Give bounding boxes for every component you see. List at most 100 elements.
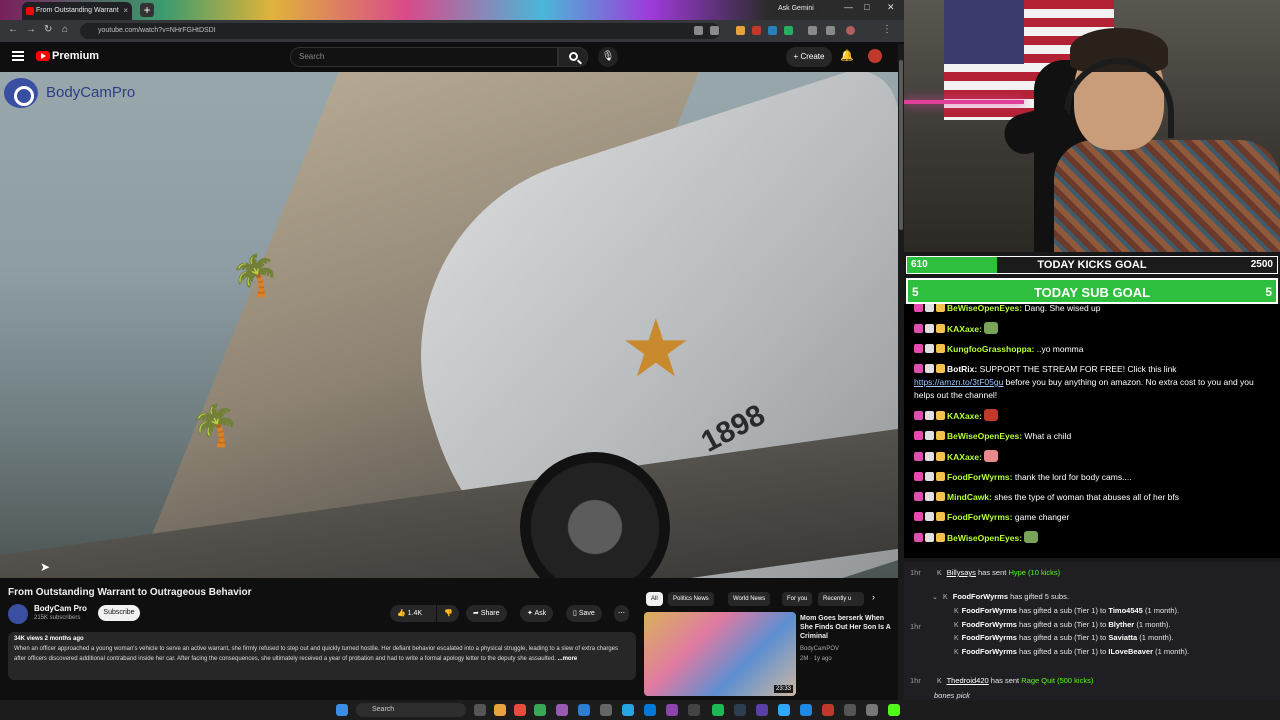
save-button[interactable]: ▯ Save: [566, 605, 602, 622]
gift-user[interactable]: FoodForWyrms: [962, 647, 1017, 656]
extension-icon[interactable]: [752, 26, 761, 35]
gift-recipient[interactable]: Blyther: [1108, 620, 1134, 629]
bookmark-star-icon[interactable]: [710, 26, 719, 35]
file-explorer-icon[interactable]: [494, 704, 506, 716]
search-input[interactable]: Search: [290, 47, 558, 67]
notifications-bell-icon[interactable]: 🔔: [840, 49, 854, 62]
chip-world-news[interactable]: World News: [728, 592, 771, 606]
recommended-channel[interactable]: BodyCamPOV: [800, 646, 839, 652]
account-avatar[interactable]: [868, 49, 882, 63]
app-icon[interactable]: [800, 704, 812, 716]
chat-username[interactable]: KungfooGrasshoppa:: [947, 344, 1034, 354]
event-user[interactable]: Thedroid420: [947, 676, 989, 685]
chat-username[interactable]: KAXaxe:: [947, 411, 982, 421]
youtube-brand[interactable]: Premium: [52, 50, 99, 62]
install-icon[interactable]: [694, 26, 703, 35]
app-icon[interactable]: [734, 704, 746, 716]
chrome-icon[interactable]: [514, 704, 526, 716]
browser-menu-icon[interactable]: ⋮: [882, 24, 892, 35]
ask-button[interactable]: ✦ Ask: [520, 605, 554, 622]
maximize-icon[interactable]: □: [864, 2, 869, 12]
app-icon[interactable]: [534, 704, 546, 716]
windows-start-icon[interactable]: [336, 704, 348, 716]
extension-icon[interactable]: [784, 26, 793, 35]
chat-username[interactable]: FoodForWyrms:: [947, 472, 1012, 482]
create-button[interactable]: + Create: [786, 47, 832, 67]
app-icon[interactable]: [666, 704, 678, 716]
app-icon[interactable]: [844, 704, 856, 716]
app-icon[interactable]: [688, 704, 700, 716]
app-icon[interactable]: [556, 704, 568, 716]
gift-recipient[interactable]: Saviatta: [1108, 633, 1137, 642]
chevron-right-icon[interactable]: ›: [872, 592, 875, 602]
event-user[interactable]: Billysays: [947, 568, 976, 577]
chat-username[interactable]: BeWiseOpenEyes:: [947, 304, 1022, 313]
hamburger-menu-icon[interactable]: [12, 51, 24, 61]
taskbar-search[interactable]: Search: [356, 703, 466, 717]
chip-politics-news[interactable]: Politics News: [668, 592, 714, 606]
chat-username[interactable]: BeWiseOpenEyes:: [947, 533, 1022, 543]
event-user[interactable]: FoodForWyrms: [953, 592, 1008, 601]
channel-avatar[interactable]: [8, 604, 28, 624]
youtube-logo-icon[interactable]: [36, 51, 50, 61]
chat-username[interactable]: KAXaxe:: [947, 324, 982, 334]
subscribe-button[interactable]: Subscribe: [98, 605, 140, 621]
gift-row: K FoodForWyrms has gifted a sub (Tier 1) …: [954, 647, 1189, 656]
search-button[interactable]: [558, 47, 588, 67]
url-field[interactable]: youtube.com/watch?v=NHrFGHtDSDI: [80, 23, 720, 39]
recommended-thumbnail[interactable]: 23:33: [644, 612, 796, 696]
kick-app-icon[interactable]: [888, 704, 900, 716]
app-icon[interactable]: [866, 704, 878, 716]
scrollbar-thumb[interactable]: [899, 60, 903, 230]
app-icon[interactable]: [578, 704, 590, 716]
dislike-button[interactable]: 👎: [437, 605, 459, 622]
chip-recently-uploaded[interactable]: Recently u: [818, 592, 864, 606]
gift-user[interactable]: FoodForWyrms: [962, 606, 1017, 615]
gift-recipient[interactable]: ILoveBeaver: [1108, 647, 1153, 656]
tab-close-icon[interactable]: ×: [123, 2, 128, 20]
chat-link[interactable]: https://amzn.to/3tF05gu: [914, 377, 1003, 387]
share-button[interactable]: ➦ Share: [466, 605, 507, 622]
more-actions-button[interactable]: ⋯: [614, 605, 629, 622]
reload-icon[interactable]: ↻: [44, 24, 52, 35]
channel-watermark: BodyCamPro: [46, 84, 136, 101]
profile-avatar[interactable]: [846, 26, 855, 35]
forward-icon[interactable]: →: [26, 24, 36, 35]
gift-user[interactable]: FoodForWyrms: [962, 633, 1017, 642]
recommended-title[interactable]: Mom Goes berserk When She Finds Out Her …: [800, 614, 896, 641]
like-button[interactable]: 👍 1.4K: [390, 605, 436, 622]
edge-icon[interactable]: [644, 704, 656, 716]
gift-user[interactable]: FoodForWyrms: [962, 620, 1017, 629]
extension-icon[interactable]: [736, 26, 745, 35]
extension-icon[interactable]: [768, 26, 777, 35]
photoshop-icon[interactable]: [778, 704, 790, 716]
close-window-icon[interactable]: ✕: [887, 2, 895, 13]
video-player[interactable]: 🌴 🌴 ★ 1898: [0, 72, 898, 578]
chat-username[interactable]: BotRix:: [947, 364, 977, 374]
chat-username[interactable]: BeWiseOpenEyes:: [947, 431, 1022, 441]
minimize-icon[interactable]: —: [844, 2, 853, 12]
chip-for-you[interactable]: For you: [782, 592, 813, 606]
chat-username[interactable]: MindCawk:: [947, 492, 992, 502]
active-tab[interactable]: From Outstanding Warrant ×: [22, 2, 132, 20]
premiere-icon[interactable]: [756, 704, 768, 716]
task-view-icon[interactable]: [474, 704, 486, 716]
chat-username[interactable]: KAXaxe:: [947, 452, 982, 462]
show-more-link[interactable]: ...more: [558, 656, 578, 662]
spotify-icon[interactable]: [712, 704, 724, 716]
chat-username[interactable]: FoodForWyrms:: [947, 512, 1012, 522]
back-icon[interactable]: ←: [8, 24, 18, 35]
channel-name[interactable]: BodyCam Pro: [34, 604, 87, 613]
app-icon[interactable]: [600, 704, 612, 716]
gift-recipient[interactable]: Timo4545: [1108, 606, 1142, 615]
new-tab-button[interactable]: +: [140, 3, 154, 17]
ask-gemini-button[interactable]: Ask Gemini: [772, 3, 820, 14]
telegram-icon[interactable]: [622, 704, 634, 716]
extensions-puzzle-icon[interactable]: [808, 26, 817, 35]
app-icon[interactable]: [822, 704, 834, 716]
sidebar-icon[interactable]: [826, 26, 835, 35]
home-icon[interactable]: ⌂: [62, 24, 68, 35]
voice-search-button[interactable]: 🎙: [598, 47, 618, 67]
description-box[interactable]: 34K views 2 months ago When an officer a…: [8, 632, 636, 680]
chip-all[interactable]: All: [646, 592, 663, 606]
